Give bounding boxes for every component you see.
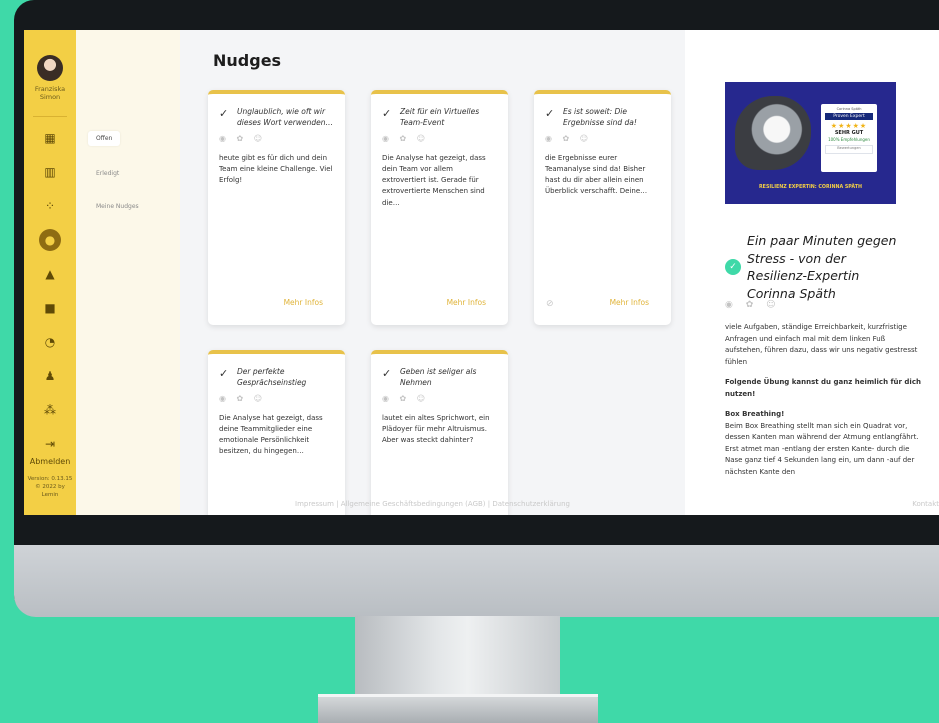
page-title: Nudges bbox=[213, 51, 282, 70]
card-body: heute gibt es für dich und dein Team ein… bbox=[219, 153, 333, 185]
version-info: Version: 0.13.15 © 2022 by Lemin bbox=[27, 475, 73, 498]
banner-caption: RESILIENZ EXPERTIN: CORINNA SPÄTH bbox=[758, 185, 863, 190]
card-body: Die Analyse hat gezeigt, dass dein Team … bbox=[382, 153, 486, 207]
nudge-title: Ein paar Minuten gegen Stress - von der … bbox=[747, 233, 897, 301]
nudge-card[interactable]: ✓ Geben ist seliger als Nehmen ◉ ✿ ☺ lau… bbox=[371, 350, 508, 515]
card-body: Die Analyse hat gezeigt, dass deine Team… bbox=[219, 413, 323, 456]
nudge-content: viele Aufgaben, ständige Erreichbarkeit,… bbox=[725, 323, 921, 477]
check-icon[interactable]: ✓ bbox=[382, 108, 400, 119]
more-info-link[interactable]: Mehr Infos bbox=[284, 298, 323, 307]
graduation-cap-icon[interactable]: ▲ bbox=[39, 263, 61, 285]
nudge-detail-panel: Corinna Späth Proven Expert ★★★★★ SEHR G… bbox=[685, 30, 939, 515]
monitor-chin bbox=[14, 545, 939, 617]
nudge-card[interactable]: ✓ Zeit für ein Virtuelles Team-Event ◉ ✿… bbox=[371, 90, 508, 325]
card-title: Der perfekte Gesprächseinstieg bbox=[237, 367, 307, 387]
reaction-icons[interactable]: ◉ ✿ ☺ bbox=[219, 394, 334, 403]
more-info-link[interactable]: Mehr Infos bbox=[610, 298, 649, 307]
subnav-item-erledigt[interactable]: Erledigt bbox=[88, 166, 127, 181]
nudge-banner-image: Corinna Späth Proven Expert ★★★★★ SEHR G… bbox=[725, 82, 896, 204]
card-title: Unglaublich, wie oft wir dieses Wort ver… bbox=[237, 107, 333, 127]
gauge-icon[interactable]: ◔ bbox=[39, 331, 61, 353]
user-name: Franziska Simon bbox=[34, 85, 66, 102]
app-screen: Franziska Simon ▦ ▥ ⁘ ● ▲ ■ ◔ ♟ ⁂ ⇥ Abme… bbox=[24, 30, 939, 515]
check-icon[interactable]: ✓ bbox=[382, 368, 400, 379]
reaction-icons[interactable]: ◉ ✿ ☺ bbox=[725, 300, 781, 310]
reaction-icons[interactable]: ◉ ✿ ☺ bbox=[382, 394, 497, 403]
reaction-icons[interactable]: ◉ ✿ ☺ bbox=[545, 134, 660, 143]
check-icon[interactable]: ✓ bbox=[545, 108, 563, 119]
logout-icon[interactable]: ⇥ bbox=[39, 433, 61, 455]
contact-link[interactable]: Kontakt bbox=[912, 500, 939, 508]
subnav-item-meine-nudges[interactable]: Meine Nudges bbox=[88, 199, 147, 214]
card-title: Zeit für ein Virtuelles Team-Event bbox=[400, 107, 480, 127]
nudge-card[interactable]: ✓ Es ist soweit: Die Ergebnisse sind da!… bbox=[534, 90, 671, 325]
group-icon[interactable]: ⁂ bbox=[39, 399, 61, 421]
card-title: Es ist soweit: Die Ergebnisse sind da! bbox=[563, 107, 637, 127]
logout-button[interactable]: Abmelden bbox=[24, 457, 76, 466]
avatar[interactable] bbox=[37, 55, 63, 81]
card-body: die Ergebnisse eurer Teamanalyse sind da… bbox=[545, 153, 648, 196]
check-icon[interactable]: ✓ bbox=[725, 259, 741, 275]
paperclip-icon[interactable]: ⊘ bbox=[546, 299, 554, 309]
monitor-stand bbox=[355, 616, 560, 698]
proven-expert-badge: Corinna Späth Proven Expert ★★★★★ SEHR G… bbox=[821, 104, 877, 172]
nudge-card[interactable]: ✓ Unglaublich, wie oft wir dieses Wort v… bbox=[208, 90, 345, 325]
network-icon[interactable]: ⁘ bbox=[39, 195, 61, 217]
check-icon[interactable]: ✓ bbox=[219, 108, 237, 119]
subnav-item-offen[interactable]: Offen bbox=[88, 131, 121, 146]
dashboard-icon[interactable]: ▦ bbox=[39, 127, 61, 149]
main-content: Nudges ✓ Unglaublich, wie oft wir dieses… bbox=[180, 30, 685, 515]
content-subheading: Folgende Übung kannst du ganz heimlich f… bbox=[725, 378, 921, 398]
monitor-stand-base bbox=[318, 694, 598, 723]
footer-links[interactable]: Impressum | Allgemeine Geschäftsbedingun… bbox=[180, 500, 685, 508]
person-icon[interactable]: ♟ bbox=[39, 365, 61, 387]
lightbulb-icon[interactable]: ● bbox=[39, 228, 61, 251]
more-info-link[interactable]: Mehr Infos bbox=[447, 298, 486, 307]
rating-stars: ★★★★★ bbox=[830, 122, 868, 130]
sidebar-divider bbox=[33, 115, 67, 117]
nudge-card[interactable]: ✓ Der perfekte Gesprächseinstieg ◉ ✿ ☺ D… bbox=[208, 350, 345, 515]
chat-icon[interactable]: ■ bbox=[39, 297, 61, 319]
subnav: Offen Erledigt Meine Nudges bbox=[76, 30, 180, 515]
reaction-icons[interactable]: ◉ ✿ ☺ bbox=[219, 134, 334, 143]
card-body: lautet ein altes Sprichwort, ein Plädoye… bbox=[382, 413, 490, 445]
reaction-icons[interactable]: ◉ ✿ ☺ bbox=[382, 134, 497, 143]
exercise-title: Box Breathing! bbox=[725, 410, 785, 419]
check-icon[interactable]: ✓ bbox=[219, 368, 237, 379]
card-title: Geben ist seliger als Nehmen bbox=[400, 367, 477, 387]
sidebar: Franziska Simon ▦ ▥ ⁘ ● ▲ ■ ◔ ♟ ⁂ ⇥ Abme… bbox=[24, 30, 76, 515]
expert-photo bbox=[735, 96, 811, 170]
bar-chart-icon[interactable]: ▥ bbox=[39, 161, 61, 183]
